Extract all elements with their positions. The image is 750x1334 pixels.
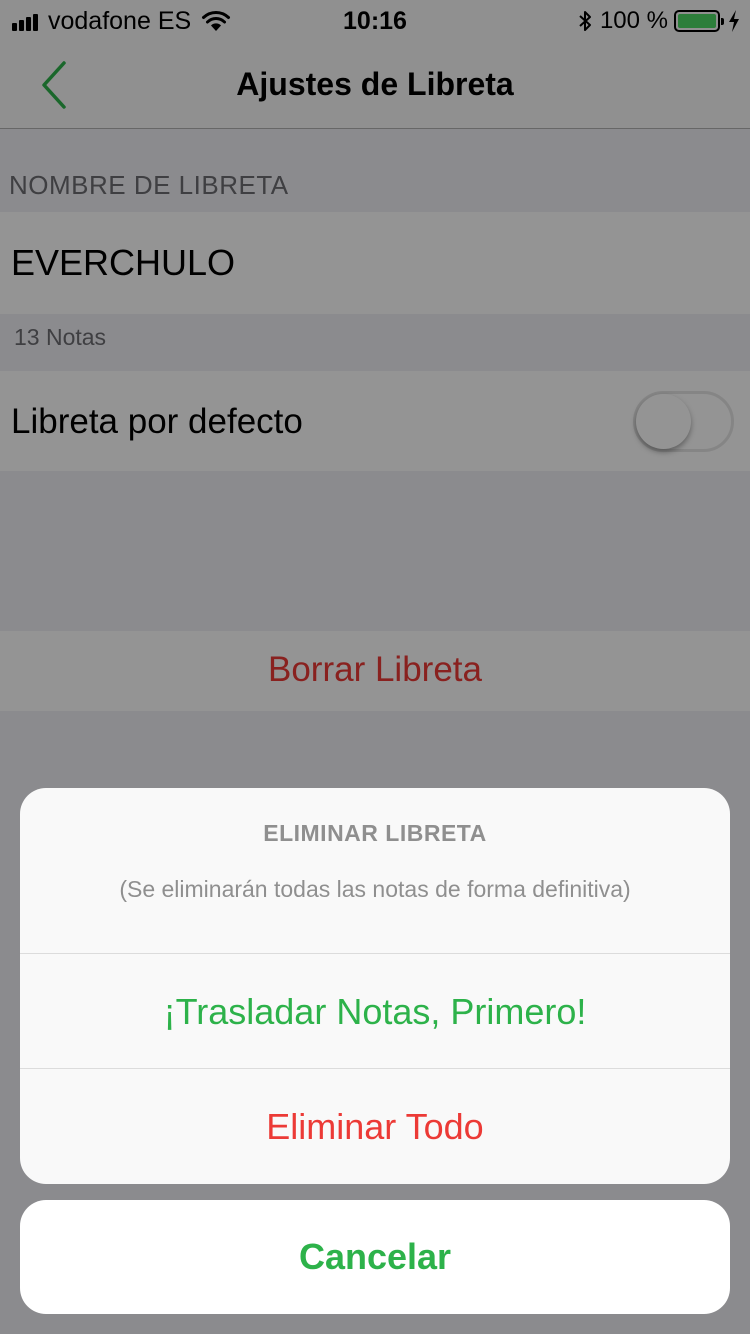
action-sheet: ELIMINAR LIBRETA (Se eliminarán todas la… bbox=[20, 788, 730, 1184]
action-sheet-header: ELIMINAR LIBRETA (Se eliminarán todas la… bbox=[20, 788, 730, 954]
move-notes-first-button[interactable]: ¡Trasladar Notas, Primero! bbox=[20, 955, 730, 1069]
cancel-button[interactable]: Cancelar bbox=[20, 1200, 730, 1314]
action-sheet-title: ELIMINAR LIBRETA bbox=[263, 820, 487, 846]
delete-all-button[interactable]: Eliminar Todo bbox=[20, 1070, 730, 1184]
action-sheet-message: (Se eliminarán todas las notas de forma … bbox=[119, 876, 631, 902]
